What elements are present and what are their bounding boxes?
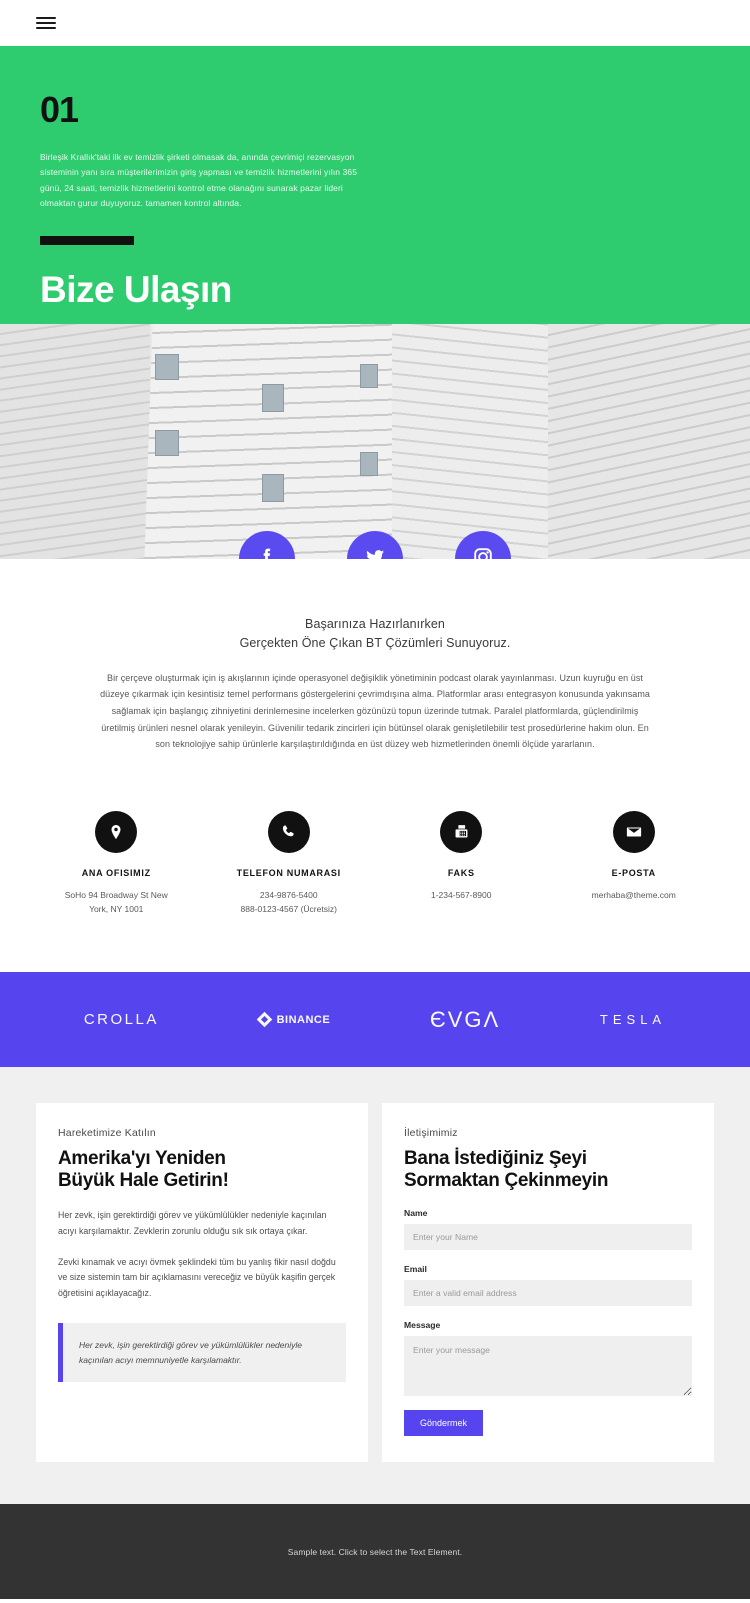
photo-facade-left <box>0 324 150 559</box>
form-card-title-line2: Sormaktan Çekinmeyin <box>404 1170 609 1192</box>
form-card-eyebrow: İletişimimiz <box>404 1127 458 1140</box>
email-input[interactable] <box>404 1280 692 1307</box>
hero-section: 01 Birleşik Krallık'taki ilk ev temizlik… <box>0 46 750 324</box>
photo-facade-midleft <box>142 324 404 559</box>
evga-logo-text: ЄVGΛ <box>429 1006 501 1032</box>
top-navigation-bar <box>0 0 750 46</box>
photo-window <box>155 430 179 456</box>
photo-window <box>360 364 378 388</box>
facebook-link[interactable] <box>239 531 295 559</box>
binance-logo-text: BINANCE <box>276 1013 331 1026</box>
crolla-logo-text: CROLLA <box>83 1011 159 1029</box>
contact-value-line2: 888-0123-4567 (Ücretsiz) <box>240 903 337 914</box>
contact-info-row: ANA OFISIMIZ SoHo 94 Broadway St New Yor… <box>0 752 750 973</box>
contact-item-office: ANA OFISIMIZ SoHo 94 Broadway St New Yor… <box>30 810 203 916</box>
crolla-logo: CROLLA <box>84 1011 159 1028</box>
hero-paragraph: Birleşik Krallık'taki ilk ev temizlik şi… <box>40 152 358 209</box>
contact-value: merhaba@theme.com <box>548 889 721 903</box>
contact-title: ANA OFISIMIZ <box>81 867 151 878</box>
left-card-title: Amerika'yı Yeniden Büyük Hale Getirin! <box>58 1148 346 1192</box>
tesla-logo: TESLA <box>600 1012 666 1027</box>
facebook-icon <box>255 545 279 559</box>
instagram-icon <box>471 545 495 559</box>
contact-title: TELEFON NUMARASI <box>236 867 341 878</box>
social-links <box>0 531 750 559</box>
contact-form: Name Email Message Göndermek <box>404 1208 692 1437</box>
blockquote: Her zevk, işin gerektirdiği görev ve yük… <box>58 1323 346 1383</box>
partner-logos-band: CROLLA BINANCE ЄVGΛ TESLA <box>0 972 750 1068</box>
instagram-link[interactable] <box>455 531 511 559</box>
contact-value: 234-9876-5400 888-0123-4567 (Ücretsiz) <box>203 889 376 916</box>
evga-logo: ЄVGΛ <box>430 1007 500 1033</box>
tesla-logo-text: TESLA <box>599 1012 667 1028</box>
form-card-title: Bana İstediğiniz Şeyi Sormaktan Çekinmey… <box>404 1148 692 1192</box>
contact-value-line1: SoHo 94 Broadway St New <box>64 889 168 900</box>
footer: Sample text. Click to select the Text El… <box>0 1504 750 1600</box>
contact-value-line1: 234-9876-5400 <box>259 889 318 900</box>
email-field-label: Email <box>404 1264 427 1275</box>
photo-window <box>262 474 284 502</box>
hamburger-line <box>36 27 56 29</box>
hero-number: 01 <box>40 89 79 130</box>
contact-value: 1-234-567-8900 <box>375 889 548 903</box>
footer-text: Sample text. Click to select the Text El… <box>287 1546 463 1557</box>
submit-button[interactable]: Göndermek <box>404 1410 484 1437</box>
building-photo <box>0 324 750 559</box>
intro-heading: Başarınıza Hazırlanırken Gerçekten Öne Ç… <box>97 615 653 654</box>
envelope-icon <box>612 810 655 853</box>
contact-title: FAKS <box>447 867 475 878</box>
contact-form-card: İletişimimiz Bana İstediğiniz Şeyi Sorma… <box>382 1103 714 1463</box>
photo-window <box>262 384 284 412</box>
phone-icon <box>267 810 310 853</box>
intro-heading-line2: Gerçekten Öne Çıkan BT Çözümleri Sunuyor… <box>239 636 511 651</box>
hamburger-line <box>36 17 56 19</box>
left-card-paragraph-1: Her zevk, işin gerektirdiği görev ve yük… <box>58 1210 327 1236</box>
hero-title: Bize Ulaşın <box>40 268 232 310</box>
hero-divider-bar <box>40 235 134 245</box>
name-field-label: Name <box>404 1208 428 1219</box>
contact-item-phone: TELEFON NUMARASI 234-9876-5400 888-0123-… <box>203 810 376 916</box>
join-movement-card: Hareketimize Katılın Amerika'yı Yeniden … <box>36 1103 368 1463</box>
contact-title: E-POSTA <box>611 867 656 878</box>
form-card-title-line1: Bana İstediğiniz Şeyi <box>404 1148 587 1170</box>
contact-value: SoHo 94 Broadway St New York, NY 1001 <box>30 889 203 916</box>
contact-value-line2: York, NY 1001 <box>89 903 144 914</box>
contact-item-fax: FAKS 1-234-567-8900 <box>375 810 548 916</box>
photo-facade-right <box>548 324 750 559</box>
binance-diamond-icon <box>256 1011 272 1028</box>
blockquote-text: Her zevk, işin gerektirdiği görev ve yük… <box>79 1340 302 1365</box>
photo-window <box>360 452 378 476</box>
contact-value-line1: 1-234-567-8900 <box>431 889 492 900</box>
message-textarea[interactable] <box>404 1336 692 1397</box>
left-card-eyebrow: Hareketimize Katılın <box>58 1127 156 1140</box>
hamburger-line <box>36 22 56 24</box>
contact-item-email: E-POSTA merhaba@theme.com <box>548 810 721 916</box>
photo-window <box>155 354 179 380</box>
message-field-label: Message <box>404 1320 441 1331</box>
fax-icon <box>440 810 483 853</box>
twitter-icon <box>362 544 388 559</box>
twitter-link[interactable] <box>347 531 403 559</box>
name-input[interactable] <box>404 1224 692 1251</box>
intro-paragraph: Bir çerçeve oluşturmak için iş akışların… <box>100 672 650 750</box>
binance-logo: BINANCE <box>256 1011 331 1028</box>
location-pin-icon <box>95 810 138 853</box>
left-card-paragraph-2: Zevki kınamak ve acıyı övmek şeklindeki … <box>58 1256 336 1298</box>
contact-value-line1: merhaba@theme.com <box>591 889 676 900</box>
hamburger-menu-icon[interactable] <box>36 14 56 32</box>
intro-section: Başarınıza Hazırlanırken Gerçekten Öne Ç… <box>0 559 750 753</box>
left-card-title-line1: Amerika'yı Yeniden <box>58 1148 226 1170</box>
photo-facade-midright <box>392 324 562 559</box>
two-column-panel: Hareketimize Katılın Amerika'yı Yeniden … <box>0 1067 750 1505</box>
intro-heading-line1: Başarınıza Hazırlanırken <box>305 617 445 631</box>
left-card-title-line2: Büyük Hale Getirin! <box>58 1170 229 1192</box>
